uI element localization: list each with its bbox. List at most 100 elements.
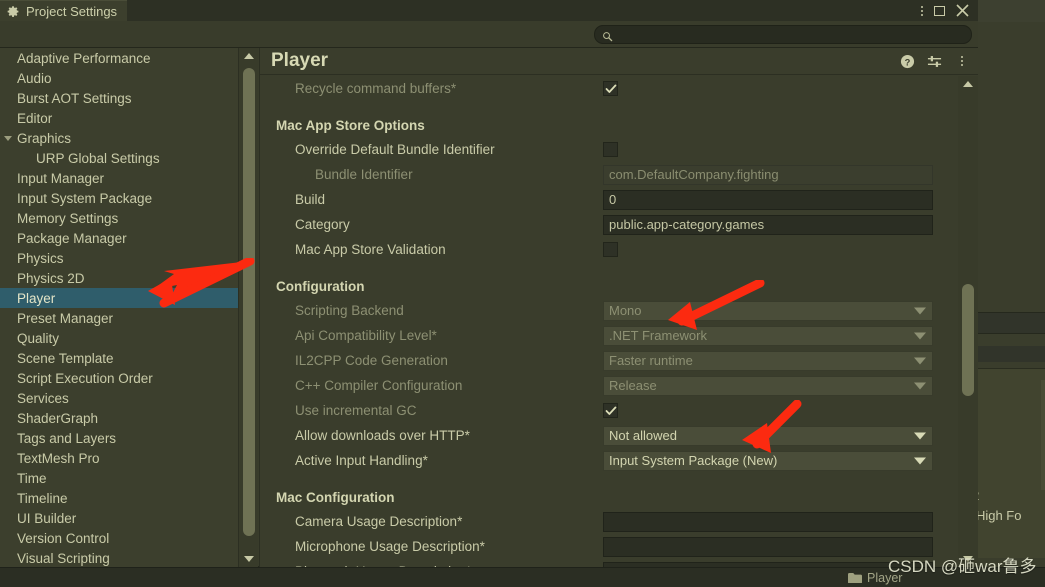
- dropdown-scripting-backend[interactable]: Mono: [603, 300, 933, 321]
- sidebar-item-version-control[interactable]: Version Control: [0, 528, 238, 548]
- sidebar-item-textmesh-pro[interactable]: TextMesh Pro: [0, 448, 238, 468]
- sidebar-item-label: Quality: [17, 330, 60, 346]
- form-row-mac-app-store-validation: Mac App Store Validation: [271, 237, 952, 262]
- sidebar-item-player[interactable]: Player: [0, 288, 238, 308]
- text-input-microphone-usage-description[interactable]: [603, 536, 933, 557]
- sidebar-item-quality[interactable]: Quality: [0, 328, 238, 348]
- sidebar-item-scene-template[interactable]: Scene Template: [0, 348, 238, 368]
- maximize-icon[interactable]: [934, 5, 945, 16]
- dropdown-allow-downloads-over-http[interactable]: Not allowed: [603, 425, 933, 446]
- sidebar-item-visual-scripting[interactable]: Visual Scripting: [0, 548, 238, 567]
- page-title: Player: [271, 50, 329, 71]
- window-controls: [921, 0, 978, 21]
- dropdown-value: Not allowed: [609, 428, 677, 443]
- scroll-up-arrow-icon[interactable]: [963, 81, 973, 87]
- scroll-down-arrow-icon[interactable]: [243, 556, 254, 562]
- sidebar-item-memory-settings[interactable]: Memory Settings: [0, 208, 238, 228]
- form-row-bluetooth-usage-description: Bluetooth Usage Description*: [271, 559, 952, 567]
- form-row-override-default-bundle-identifier: Override Default Bundle Identifier: [271, 137, 952, 162]
- sidebar-item-label: Visual Scripting: [17, 550, 110, 566]
- search-input[interactable]: [617, 27, 971, 42]
- help-icon[interactable]: ?: [900, 54, 915, 69]
- chevron-down-icon: [914, 432, 926, 439]
- form-row-microphone-usage-description: Microphone Usage Description*: [271, 534, 952, 559]
- sidebar-scrollbar[interactable]: [238, 48, 258, 567]
- dropdown-il2cpp-code-generation[interactable]: Faster runtime: [603, 350, 933, 371]
- chevron-down-icon: [914, 382, 926, 389]
- checkbox-mac-app-store-validation[interactable]: [603, 242, 618, 257]
- dropdown-value: .NET Framework: [609, 328, 707, 343]
- chevron-down-icon: [914, 457, 926, 464]
- settings-sidebar[interactable]: Adaptive Performance Audio Burst AOT Setti…: [0, 48, 238, 567]
- folder-icon: [848, 572, 862, 583]
- sidebar-item-physics-2d[interactable]: Physics 2D: [0, 268, 238, 288]
- sidebar-item-physics[interactable]: Physics: [0, 248, 238, 268]
- checkbox-override-default-bundle-identifier[interactable]: [603, 142, 618, 157]
- sidebar-item-label: TextMesh Pro: [17, 450, 100, 466]
- sidebar-item-audio[interactable]: Audio: [0, 68, 238, 88]
- dropdown-active-input-handling[interactable]: Input System Package (New): [603, 450, 933, 471]
- text-input-category[interactable]: public.app-category.games: [603, 214, 933, 235]
- field-label: Use incremental GC: [295, 403, 417, 418]
- kebab-menu-icon[interactable]: [921, 5, 923, 16]
- sidebar-item-preset-manager[interactable]: Preset Manager: [0, 308, 238, 328]
- search-box[interactable]: [594, 25, 972, 44]
- sidebar-item-editor[interactable]: Editor: [0, 108, 238, 128]
- sidebar-item-label: Input System Package: [17, 190, 153, 206]
- panel-scrollbar[interactable]: [958, 76, 978, 567]
- sidebar-item-label: Preset Manager: [17, 310, 114, 326]
- sidebar-item-input-manager[interactable]: Input Manager: [0, 168, 238, 188]
- text-input-build[interactable]: 0: [603, 189, 933, 210]
- sidebar-item-label: Physics: [17, 250, 64, 266]
- form-row-c-compiler-configuration: C++ Compiler Configuration Release: [271, 373, 952, 398]
- window-titlebar: Project Settings: [0, 0, 978, 21]
- section-header: Configuration: [276, 279, 365, 294]
- preset-icon[interactable]: [927, 54, 942, 69]
- dropdown-value: Faster runtime: [609, 353, 693, 368]
- form-row-api-compatibility-level: Api Compatibility Level* .NET Framework: [271, 323, 952, 348]
- scroll-down-arrow-icon[interactable]: [963, 556, 973, 562]
- sidebar-item-package-manager[interactable]: Package Manager: [0, 228, 238, 248]
- tab-project-settings[interactable]: Project Settings: [0, 0, 128, 21]
- sidebar-item-script-execution-order[interactable]: Script Execution Order: [0, 368, 238, 388]
- kebab-menu-icon[interactable]: [954, 54, 969, 69]
- panel-header: Player ?: [260, 48, 978, 75]
- field-label: Scripting Backend: [295, 303, 404, 318]
- checkbox-use-incremental-gc[interactable]: [603, 403, 618, 418]
- sidebar-item-urp-global-settings[interactable]: URP Global Settings: [0, 148, 238, 168]
- checkbox-recycle-command-buffers[interactable]: [603, 81, 618, 96]
- chevron-down-icon[interactable]: [4, 135, 12, 141]
- form-row-recycle-command-buffers: Recycle command buffers*: [271, 76, 952, 101]
- sidebar-item-ui-builder[interactable]: UI Builder: [0, 508, 238, 528]
- sidebar-item-services[interactable]: Services: [0, 388, 238, 408]
- player-settings-panel: Player ? Recycle command buffers* Mac Ap…: [259, 48, 978, 567]
- text-input-bundle-identifier[interactable]: com.DefaultCompany.fighting: [603, 164, 933, 185]
- dropdown-api-compatibility-level[interactable]: .NET Framework: [603, 325, 933, 346]
- sidebar-item-label: Burst AOT Settings: [17, 90, 132, 106]
- background-strip-b: [978, 346, 1045, 362]
- sidebar-item-label: Script Execution Order: [17, 370, 153, 386]
- sidebar-item-adaptive-performance[interactable]: Adaptive Performance: [0, 48, 238, 68]
- sidebar-scrollbar-thumb[interactable]: [243, 68, 255, 536]
- panel-header-icons: ?: [900, 48, 969, 75]
- sidebar-item-label: Tags and Layers: [17, 430, 117, 446]
- sidebar-item-time[interactable]: Time: [0, 468, 238, 488]
- status-bar: Player: [0, 567, 1045, 587]
- tab-label: Project Settings: [26, 3, 118, 19]
- sidebar-item-shadergraph[interactable]: ShaderGraph: [0, 408, 238, 428]
- close-icon[interactable]: [956, 4, 969, 17]
- panel-scrollbar-thumb[interactable]: [962, 284, 974, 396]
- sidebar-item-timeline[interactable]: Timeline: [0, 488, 238, 508]
- sidebar-item-input-system-package[interactable]: Input System Package: [0, 188, 238, 208]
- sidebar-item-label: Input Manager: [17, 170, 105, 186]
- project-settings-window: Project Settings Adaptive Performance Au…: [0, 0, 978, 567]
- dropdown-c-compiler-configuration[interactable]: Release: [603, 375, 933, 396]
- scroll-up-arrow-icon[interactable]: [243, 53, 254, 59]
- sidebar-item-graphics[interactable]: Graphics: [0, 128, 238, 148]
- sidebar-item-label: Graphics: [17, 130, 72, 146]
- sidebar-item-label: Version Control: [17, 530, 110, 546]
- text-input-camera-usage-description[interactable]: [603, 511, 933, 532]
- sidebar-item-tags-and-layers[interactable]: Tags and Layers: [0, 428, 238, 448]
- background-strip-a: [978, 312, 1045, 334]
- sidebar-item-burst-aot-settings[interactable]: Burst AOT Settings: [0, 88, 238, 108]
